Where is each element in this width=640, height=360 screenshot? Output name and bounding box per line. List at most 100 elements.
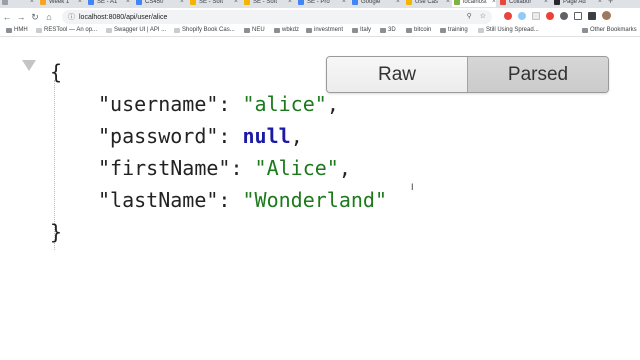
bookmark-label: Other Bookmarks: [590, 27, 637, 33]
bookmark-item[interactable]: Swagger UI | API ...: [106, 27, 166, 33]
tab-favicon-icon: [298, 0, 304, 5]
json-key: "password": [98, 124, 219, 148]
close-tab-icon[interactable]: ×: [180, 0, 184, 5]
json-key: "lastName": [98, 188, 219, 212]
browser-tab[interactable]: SE - Pro ×: [296, 0, 346, 7]
close-tab-icon[interactable]: ×: [30, 0, 34, 5]
triangle-down-icon[interactable]: [22, 60, 36, 71]
json-value: null: [242, 124, 291, 148]
bookmark-item[interactable]: Other Bookmarks: [582, 27, 637, 33]
parsed-button[interactable]: Parsed: [468, 57, 608, 92]
browser-tab[interactable]: localhost ×: [452, 0, 496, 7]
json-field: "lastName": "Wonderland": [98, 188, 388, 212]
bookmark-label: 3D: [388, 27, 396, 33]
close-tab-icon[interactable]: ×: [598, 0, 602, 5]
search-icon[interactable]: ⚲: [467, 12, 472, 20]
bookmark-item[interactable]: wbkdz: [274, 27, 299, 33]
json-comma: ,: [326, 92, 339, 116]
close-tab-icon[interactable]: ×: [544, 0, 548, 5]
tab-favicon-icon: [244, 0, 250, 5]
folder-icon: [306, 27, 312, 33]
browser-tab[interactable]: Page Ad ×: [552, 0, 602, 7]
browser-tab[interactable]: ×: [0, 0, 34, 7]
avatar[interactable]: [602, 11, 611, 20]
raw-button[interactable]: Raw: [327, 57, 468, 92]
page-icon: [174, 27, 180, 33]
new-tab-icon[interactable]: +: [608, 0, 613, 6]
tab-favicon-icon: [190, 0, 196, 5]
back-icon[interactable]: ←: [0, 12, 14, 22]
extension-icon[interactable]: [504, 11, 512, 20]
bookmark-item[interactable]: Still Using Spread...: [478, 27, 539, 33]
folder-icon: [244, 27, 250, 33]
browser-tab[interactable]: Google ×: [350, 0, 400, 7]
bookmark-item[interactable]: Italy: [352, 27, 371, 33]
extensions-area: [504, 11, 611, 20]
browser-tab[interactable]: Use Cas ×: [404, 0, 450, 7]
close-tab-icon[interactable]: ×: [342, 0, 346, 5]
close-tab-icon[interactable]: ×: [234, 0, 238, 5]
reload-icon[interactable]: ↻: [28, 12, 42, 23]
bookmark-item[interactable]: HMH: [6, 27, 28, 33]
tab-favicon-icon: [136, 0, 142, 5]
address-bar[interactable]: ⓘ localhost:8080/api/user/alice ⚲ ☆: [62, 10, 492, 24]
star-icon[interactable]: ☆: [480, 12, 486, 20]
json-comma: ,: [290, 124, 303, 148]
bookmark-label: training: [448, 27, 468, 33]
forward-icon[interactable]: →: [14, 12, 28, 22]
tab-favicon-icon: [40, 0, 46, 5]
code-icon[interactable]: [574, 11, 582, 20]
bookmark-label: Italy: [360, 27, 372, 33]
json-value: "Alice": [254, 156, 339, 180]
bookmark-item[interactable]: bitcoin: [406, 27, 431, 33]
tab-title: Week 1: [49, 0, 70, 5]
close-tab-icon[interactable]: ×: [78, 0, 82, 5]
page-icon: [36, 27, 42, 33]
extension-icon[interactable]: [546, 11, 554, 20]
home-icon[interactable]: ⌂: [42, 12, 56, 22]
info-icon[interactable]: ⓘ: [68, 12, 75, 22]
browser-tab[interactable]: Week 1 ×: [38, 0, 82, 7]
json-key: "firstName": [98, 156, 231, 180]
bookmarks-bar: HMH RESTool — An op... Swagger UI | API ..…: [0, 26, 640, 37]
bookmark-item[interactable]: Shopify Book Cas...: [174, 27, 235, 33]
close-tab-icon[interactable]: ×: [492, 0, 496, 5]
json-comma: ,: [338, 156, 351, 180]
tab-title: SE - Soft: [199, 0, 224, 5]
tab-title: SE - Pro: [307, 0, 330, 5]
close-tab-icon[interactable]: ×: [396, 0, 400, 5]
url-text[interactable]: localhost:8080/api/user/alice: [79, 14, 167, 21]
browser-tab[interactable]: Collabor ×: [498, 0, 548, 7]
close-tab-icon[interactable]: ×: [288, 0, 292, 5]
page-icon: [106, 27, 112, 33]
close-tab-icon[interactable]: ×: [446, 0, 450, 5]
bookmark-item[interactable]: investment: [306, 27, 343, 33]
extension-icon[interactable]: [532, 11, 540, 20]
bookmark-item[interactable]: 3D: [380, 27, 396, 33]
bookmark-item[interactable]: training: [440, 27, 468, 33]
browser-tab[interactable]: SE - Soft ×: [242, 0, 292, 7]
bookmark-label: investment: [314, 27, 344, 33]
tab-favicon-icon: [88, 0, 94, 5]
folder-icon: [440, 27, 446, 33]
browser-tab[interactable]: CS450 ×: [134, 0, 184, 7]
browser-tab[interactable]: SE - Soft ×: [188, 0, 238, 7]
bookmark-label: Swagger UI | API ...: [114, 27, 167, 33]
bookmark-item[interactable]: RESTool — An op...: [36, 27, 97, 33]
folder-icon: [6, 27, 12, 33]
json-close-brace: }: [50, 220, 63, 244]
json-key: "username": [98, 92, 219, 116]
tab-title: Use Cas: [415, 0, 439, 5]
json-viewer: { "username": "alice", "password": null, "…: [0, 38, 640, 360]
text-cursor-icon: I: [411, 182, 414, 192]
tab-favicon-icon: [454, 0, 460, 5]
browser-tab[interactable]: SE - A1 ×: [86, 0, 130, 7]
tab-title: Google: [361, 0, 381, 5]
extension-icon[interactable]: [560, 11, 568, 20]
shield-icon[interactable]: [588, 11, 596, 20]
close-tab-icon[interactable]: ×: [126, 0, 130, 5]
tab-strip: + × Week 1 × SE - A1 × CS450 × SE - Soft × SE - S…: [0, 0, 640, 8]
bookmark-item[interactable]: NEU: [244, 27, 265, 33]
bookmark-label: Shopify Book Cas...: [182, 27, 235, 33]
extension-icon[interactable]: [518, 11, 526, 20]
